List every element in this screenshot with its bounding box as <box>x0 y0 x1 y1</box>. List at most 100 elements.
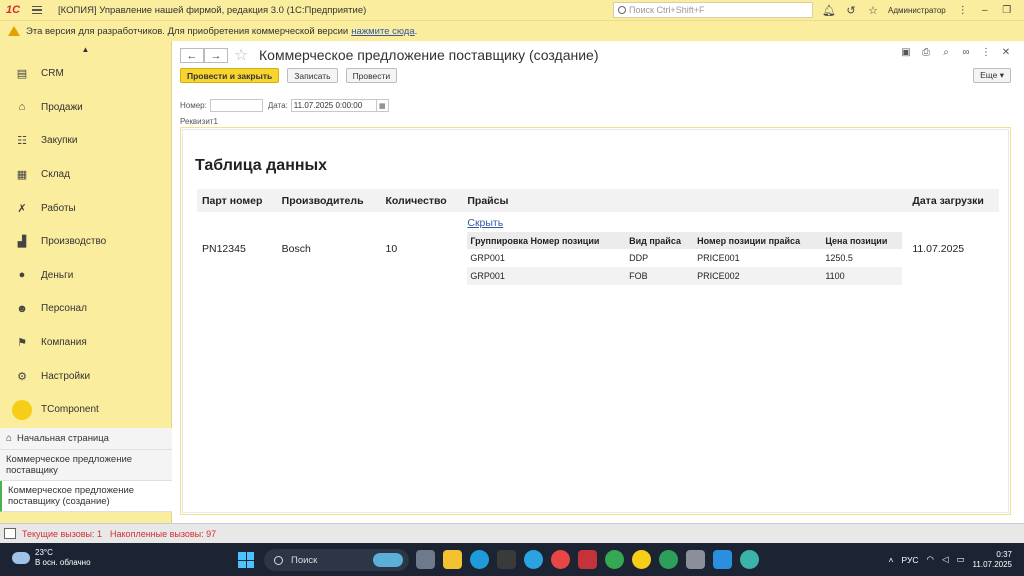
maximize-icon[interactable]: ❐ <box>996 0 1018 20</box>
terminal-icon[interactable] <box>497 550 516 569</box>
sidebar-item-label: Закупки <box>41 135 78 147</box>
accumulated-calls: Накопленные вызовы: 97 <box>110 528 217 539</box>
prices-col-position: Номер позиции прайса <box>694 232 823 249</box>
windows-start-icon[interactable] <box>238 552 254 568</box>
preview-icon[interactable]: ⌕ <box>936 47 956 58</box>
weather-widget[interactable]: 23°C В осн. облачно <box>12 548 91 568</box>
number-input[interactable] <box>209 99 263 112</box>
save-disk-icon[interactable]: ▣ <box>896 47 916 58</box>
sidebar-item-staff[interactable]: ☻ Персонал <box>0 292 171 326</box>
search-highlight-icon <box>373 553 403 567</box>
back-arrow-icon[interactable]: ← <box>180 48 204 63</box>
post-and-close-button[interactable]: Провести и закрыть <box>180 68 280 83</box>
cell-load-date: 11.07.2025 <box>912 242 965 255</box>
clock[interactable]: 0:37 11.07.2025 <box>973 550 1012 570</box>
warning-text: Эта версия для разработчиков. Для приобр… <box>26 25 349 37</box>
file-explorer-icon[interactable] <box>443 550 462 569</box>
calls-monitor-icon[interactable] <box>4 528 16 539</box>
tray-expand-icon[interactable]: ˄ <box>889 555 894 565</box>
favorite-star-icon[interactable]: ☆ <box>234 45 248 65</box>
task-view-icon[interactable] <box>416 550 435 569</box>
sidebar-item-tcomponent[interactable]: TComponent <box>0 393 171 427</box>
calendar-icon[interactable]: ▦ <box>375 99 389 112</box>
open-window-offer-list[interactable]: Коммерческое предложение поставщику <box>0 450 172 481</box>
date-input[interactable]: 11.07.2025 0:00:00 <box>290 99 377 112</box>
search-placeholder: Поиск Ctrl+Shift+F <box>629 5 705 15</box>
wifi-icon[interactable]: ◠ <box>927 554 934 565</box>
sales-icon: ⌂ <box>18 101 26 114</box>
price-cell: GRP001 <box>467 249 627 267</box>
app-title: [КОПИЯ] Управление нашей фирмой, редакци… <box>58 4 367 16</box>
global-search-input[interactable]: Поиск Ctrl+Shift+F <box>613 2 813 18</box>
forward-arrow-icon[interactable]: → <box>204 48 228 63</box>
open-window-offer-create[interactable]: Коммерческое предложение поставщику (соз… <box>0 481 172 512</box>
sidebar-item-tools[interactable]: ✗ Работы <box>0 191 171 225</box>
favorites-star-icon[interactable]: ☆ <box>862 0 884 20</box>
user-name[interactable]: Администратор <box>888 6 946 15</box>
cell-manufacturer: Bosch <box>281 242 311 255</box>
link-icon[interactable]: ∞ <box>956 47 976 58</box>
data-table: Парт номер Производитель Количество Прай… <box>197 189 999 285</box>
cloud-icon <box>12 552 30 564</box>
teal-app-icon[interactable] <box>740 550 759 569</box>
main-menu-icon[interactable] <box>26 0 48 20</box>
cell-part-number: PN12345 <box>202 242 246 255</box>
volume-icon[interactable]: ◁ <box>942 554 949 565</box>
sidebar-item-factory[interactable]: ▟ Производство <box>0 225 171 259</box>
sidebar-item-label: CRM <box>41 68 64 80</box>
form-close-icon[interactable]: ✕ <box>996 47 1016 58</box>
sidebar-item-money[interactable]: ● Деньги <box>0 259 171 293</box>
onec-icon[interactable] <box>632 550 651 569</box>
sidebar-item-label: Персонал <box>41 303 87 315</box>
purchase-link[interactable]: нажмите сюда <box>351 26 414 37</box>
col-prices: Прайсы <box>462 189 908 212</box>
price-cell: GRP001 <box>467 267 627 285</box>
save-button[interactable]: Записать <box>287 68 338 83</box>
crm-icon: ▤ <box>16 68 28 81</box>
purchases-icon: ☷ <box>17 135 27 148</box>
money-icon: ● <box>18 269 26 282</box>
sidebar-item-flag[interactable]: ⚑ Компания <box>0 326 171 360</box>
open-windows-list: ⌂ Начальная страница Коммерческое предло… <box>0 428 172 512</box>
scroll-up-icon[interactable]: ▲ <box>0 41 171 57</box>
window-menu-icon[interactable]: ⋮ <box>952 0 974 20</box>
cell-prices: Скрыть Группировка Номер позиции Вид пра… <box>462 212 907 285</box>
prices-row: GRP001 DDP PRICE001 1250.5 <box>467 249 903 267</box>
table-row: PN12345 Bosch 10 Скрыть Группировка Номе… <box>197 212 999 285</box>
tool-app-icon[interactable] <box>686 550 705 569</box>
prices-col-type: Вид прайса <box>626 232 695 249</box>
close-icon[interactable]: ✕ <box>1018 0 1024 20</box>
more-actions-icon[interactable]: ⋮ <box>976 47 996 58</box>
form-area: ← → ☆ Коммерческое предложение поставщик… <box>172 41 1024 523</box>
price-cell: FOB <box>626 267 695 285</box>
sidebar-item-warehouse[interactable]: ▦ Склад <box>0 158 171 192</box>
sync-app-icon[interactable] <box>551 550 570 569</box>
col-manufacturer: Производитель <box>276 189 381 212</box>
more-button[interactable]: Еще ▾ <box>973 68 1011 83</box>
hide-link[interactable]: Скрыть <box>467 217 902 229</box>
time: 0:37 <box>996 549 1012 559</box>
battery-icon[interactable]: ▭ <box>957 554 965 565</box>
telegram-icon[interactable] <box>524 550 543 569</box>
print-icon[interactable]: ⎙ <box>916 47 936 58</box>
taskbar-search-label: Поиск <box>291 554 318 566</box>
minimize-icon[interactable]: – <box>974 0 996 20</box>
bell-icon[interactable]: 🔔︎ <box>818 0 840 20</box>
sidebar-item-purchases[interactable]: ☷ Закупки <box>0 124 171 158</box>
history-icon[interactable]: ↺ <box>840 0 862 20</box>
edge-icon[interactable] <box>470 550 489 569</box>
chrome-icon[interactable] <box>605 550 624 569</box>
open-window-home[interactable]: ⌂ Начальная страница <box>0 428 172 450</box>
green-app-icon[interactable] <box>659 550 678 569</box>
language-indicator[interactable]: РУС <box>902 555 919 565</box>
taskbar-search[interactable]: Поиск <box>264 549 409 571</box>
sidebar-item-crm[interactable]: ▤ CRM <box>0 57 171 91</box>
open-window-label: Начальная страница <box>17 433 109 444</box>
vscode-icon[interactable] <box>713 550 732 569</box>
developer-warning-bar: Эта версия для разработчиков. Для приобр… <box>0 20 1024 41</box>
table-title: Таблица данных <box>195 157 328 174</box>
post-button[interactable]: Провести <box>345 68 398 83</box>
sidebar-item-sales[interactable]: ⌂ Продажи <box>0 91 171 125</box>
sidebar-item-gear[interactable]: ⚙ Настройки <box>0 359 171 393</box>
archive-icon[interactable] <box>578 550 597 569</box>
